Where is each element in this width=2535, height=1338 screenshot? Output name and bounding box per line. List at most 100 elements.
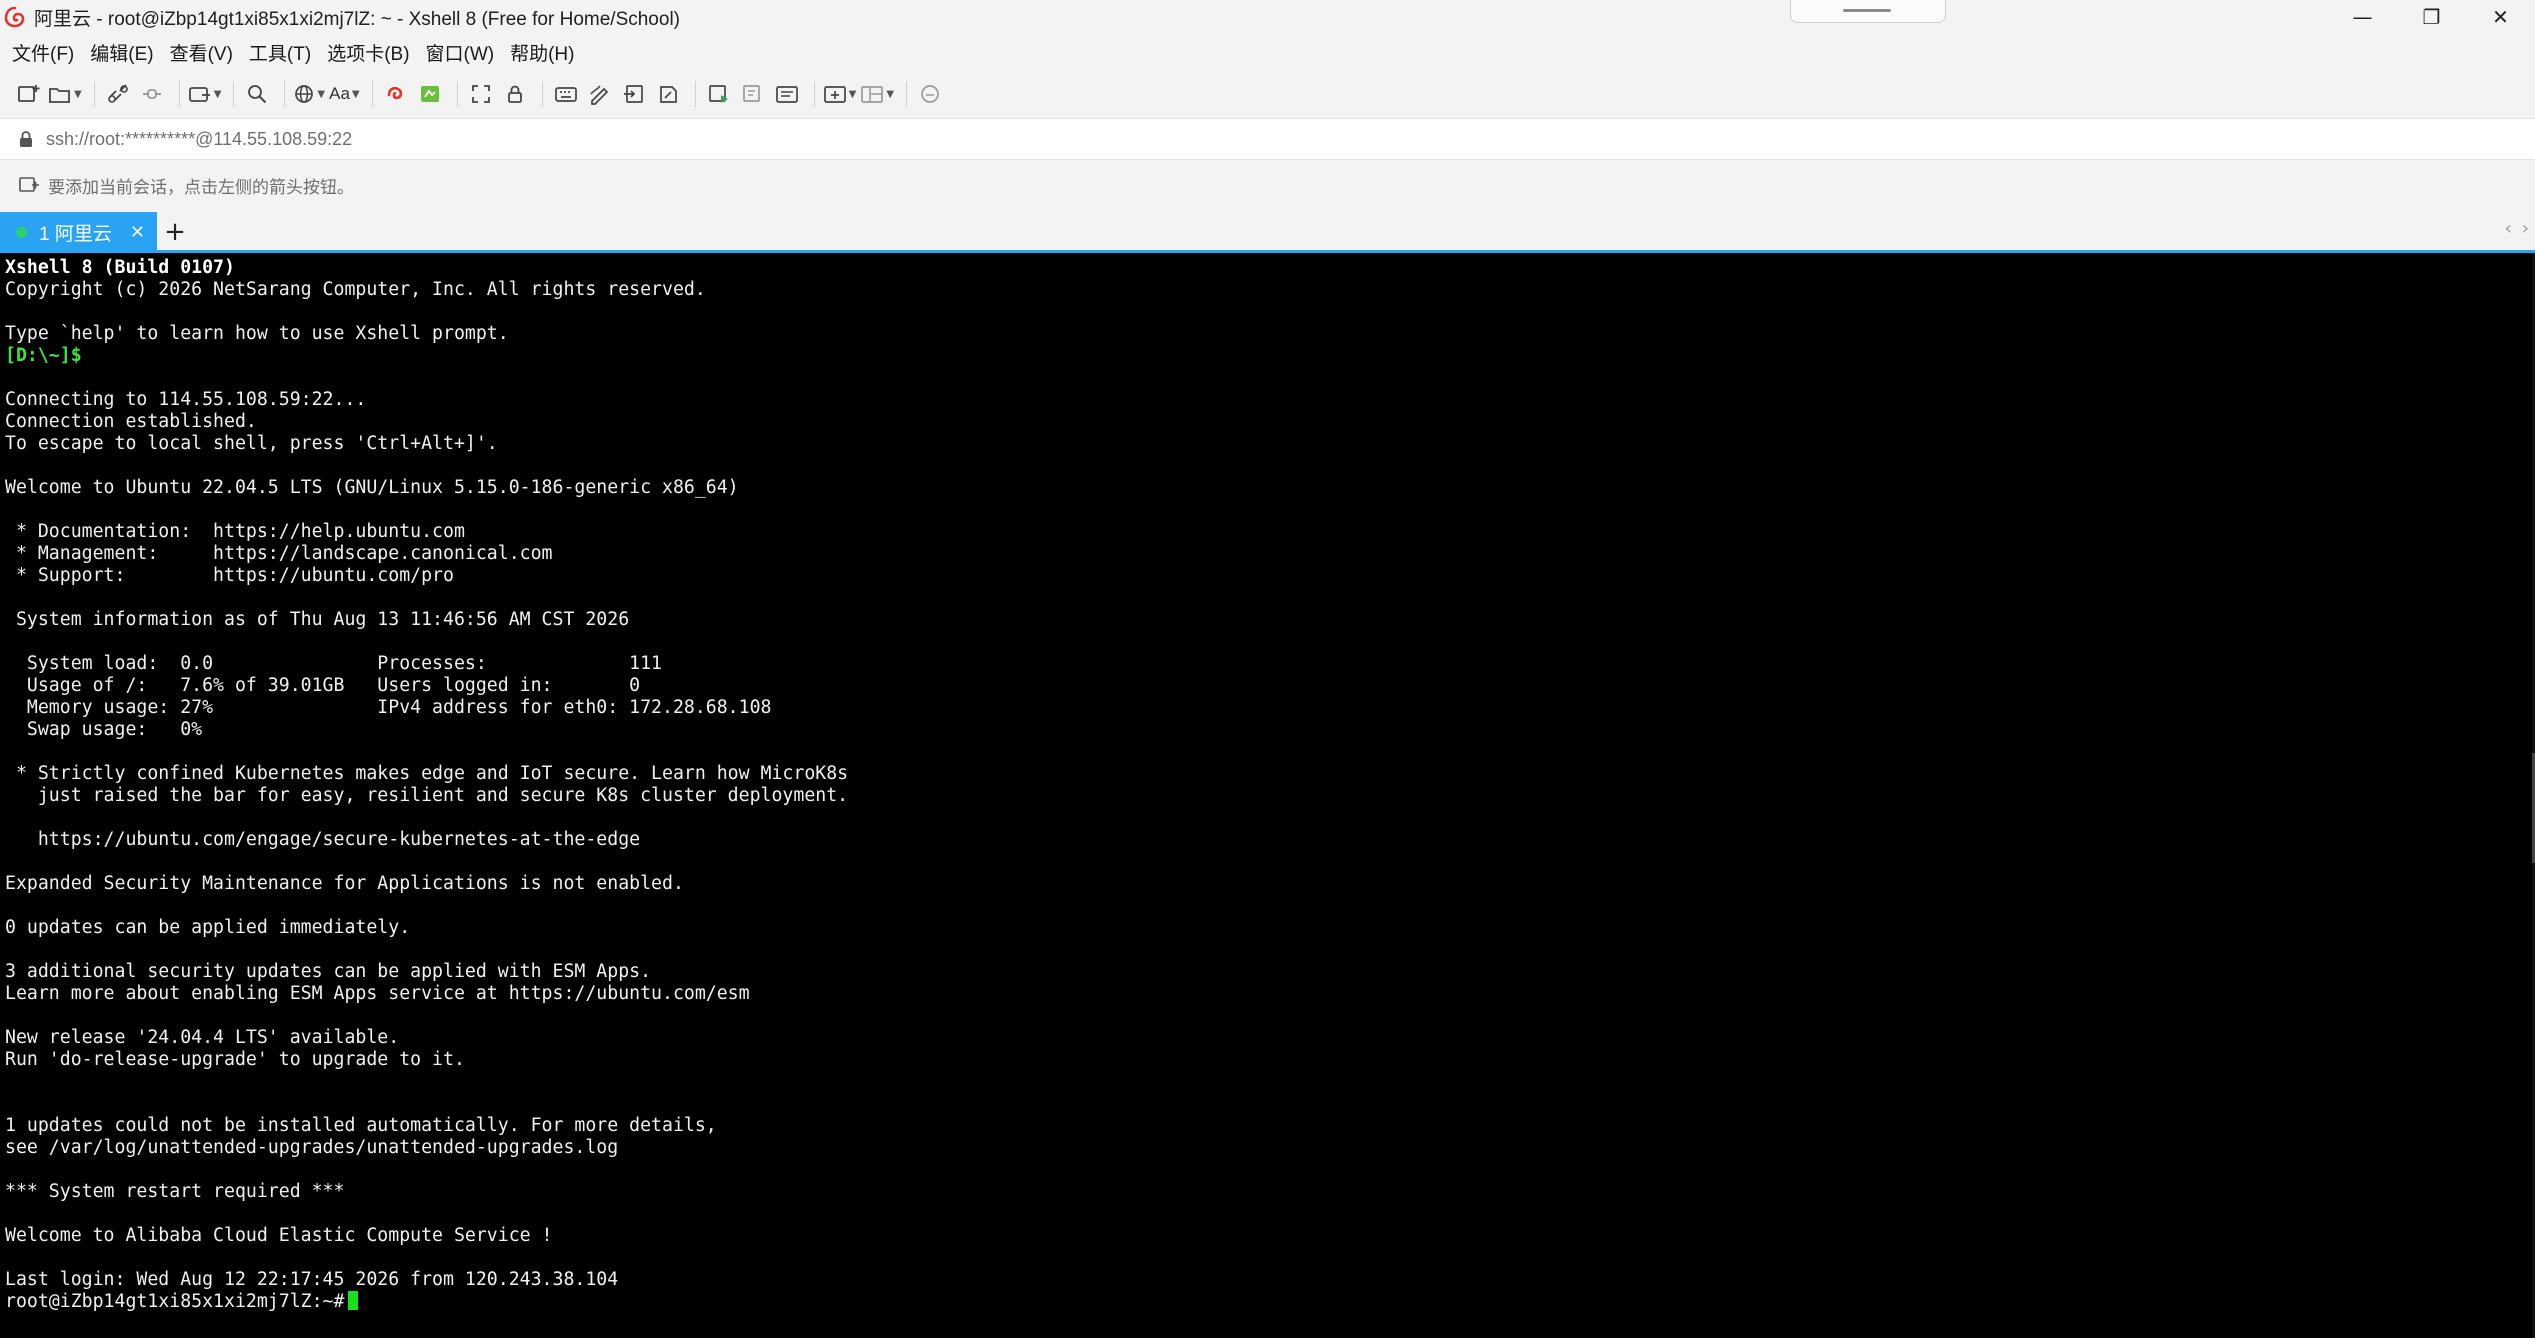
transfer-button[interactable] xyxy=(619,77,649,111)
chevron-down-icon: ▼ xyxy=(213,88,222,100)
terminal-line: https://ubuntu.com/engage/secure-kuberne… xyxy=(5,829,641,850)
layout-icon xyxy=(861,86,884,103)
tab-aliyun[interactable]: 1 阿里云 ✕ xyxy=(0,212,157,252)
menu-help[interactable]: 帮助(H) xyxy=(510,39,574,66)
shell-prompt: root@iZbp14gt1xi85x1xi2mj7lZ:~# xyxy=(5,1291,345,1312)
toolbar-divider xyxy=(371,81,373,107)
log-button[interactable] xyxy=(653,77,683,111)
chevron-down-icon: ▼ xyxy=(74,88,82,100)
new-tab-button[interactable]: ▼ xyxy=(188,77,222,111)
new-tab-icon xyxy=(188,87,210,102)
open-session-button[interactable]: ▼ xyxy=(48,77,82,111)
toolbar-divider xyxy=(813,81,815,107)
terminal-line: * Management: https://landscape.canonica… xyxy=(5,543,553,564)
lock-icon xyxy=(507,85,522,103)
log-icon xyxy=(659,86,677,103)
toolbar-divider xyxy=(178,81,180,107)
lock-button[interactable] xyxy=(500,77,530,111)
terminal-cursor xyxy=(348,1291,359,1310)
terminal-line: Swap usage: 0% xyxy=(5,719,203,740)
add-session-icon[interactable] xyxy=(18,175,40,195)
menu-view[interactable]: 查看(V) xyxy=(170,39,233,66)
new-session-button[interactable] xyxy=(14,77,44,111)
terminal-line: * Strictly confined Kubernetes makes edg… xyxy=(5,763,849,784)
list-button[interactable] xyxy=(772,77,802,111)
toolbar-divider xyxy=(906,81,908,107)
terminal-line: System information as of Thu Aug 13 11:4… xyxy=(5,609,630,630)
terminal-line: Type `help' to learn how to use Xshell p… xyxy=(5,323,509,344)
chevron-down-icon: ▼ xyxy=(848,88,857,100)
terminal-line: Run 'do-release-upgrade' to upgrade to i… xyxy=(5,1049,465,1070)
keyboard-button[interactable] xyxy=(551,77,581,111)
script-button[interactable] xyxy=(585,77,615,111)
list-icon xyxy=(775,86,798,103)
maximize-button[interactable]: ❐ xyxy=(2397,0,2466,34)
terminal-line: Xshell 8 (Build 0107) xyxy=(5,257,235,278)
close-icon: ✕ xyxy=(2492,5,2509,29)
session-address-input[interactable]: ssh://root:**********@114.55.108.59:22 xyxy=(46,129,352,150)
toolbar-divider xyxy=(284,81,286,107)
toolbar-divider xyxy=(694,81,696,107)
globe-icon xyxy=(295,85,314,103)
chevron-left-icon[interactable]: ‹ xyxy=(2505,218,2512,239)
search-icon xyxy=(248,85,267,104)
chevron-down-icon: ▼ xyxy=(886,88,895,100)
chevron-down-icon: ▼ xyxy=(317,88,326,100)
terminal-line: Connection established. xyxy=(5,411,257,432)
reconnect-icon xyxy=(107,84,128,103)
tab-strip: 1 阿里云 ✕ + ‹ › xyxy=(0,210,2535,252)
terminal-line: * Documentation: https://help.ubuntu.com xyxy=(5,521,465,542)
toolbar-divider xyxy=(233,81,235,107)
terminal-line: see /var/log/unattended-upgrades/unatten… xyxy=(5,1137,619,1158)
menu-tools[interactable]: 工具(T) xyxy=(249,39,311,66)
chevron-right-icon[interactable]: › xyxy=(2522,218,2529,239)
transfer-icon xyxy=(623,85,643,103)
xftp-button[interactable] xyxy=(381,77,411,111)
terminal-line: Memory usage: 27% IPv4 address for eth0:… xyxy=(5,697,772,718)
add-pane-button[interactable]: ▼ xyxy=(823,77,857,111)
encoding-button[interactable]: ▼ xyxy=(293,77,325,111)
disconnect-icon xyxy=(142,89,161,99)
close-icon[interactable]: ✕ xyxy=(130,222,145,243)
add-tab-button[interactable]: + xyxy=(157,212,193,252)
terminal-view[interactable]: Xshell 8 (Build 0107) Copyright (c) 2026 … xyxy=(0,253,2535,1338)
minimize-button[interactable]: — xyxy=(2328,0,2397,34)
menu-bar: 文件(F) 编辑(E) 查看(V) 工具(T) 选项卡(B) 窗口(W) 帮助(… xyxy=(0,34,2535,70)
font-button[interactable]: Aa ▼ xyxy=(329,77,360,111)
title-drag-handle[interactable] xyxy=(1790,0,1946,23)
menu-tab[interactable]: 选项卡(B) xyxy=(327,39,409,66)
connected-status-icon xyxy=(16,226,27,238)
title-bar: 阿里云 - root@iZbp14gt1xi85x1xi2mj7lZ: ~ - … xyxy=(0,0,2535,34)
layout-button[interactable]: ▼ xyxy=(860,77,894,111)
compose-button[interactable] xyxy=(738,77,768,111)
reconnect-button[interactable] xyxy=(103,77,133,111)
terminal-line: [D:\~]$ xyxy=(5,345,82,366)
menu-file[interactable]: 文件(F) xyxy=(12,39,74,66)
fullscreen-button[interactable] xyxy=(466,77,496,111)
menu-window[interactable]: 窗口(W) xyxy=(426,39,495,66)
close-button[interactable]: ✕ xyxy=(2466,0,2535,34)
menu-edit[interactable]: 编辑(E) xyxy=(90,39,153,66)
terminal-line: Copyright (c) 2026 NetSarang Computer, I… xyxy=(5,279,706,300)
xmanager-button[interactable] xyxy=(415,77,445,111)
terminal-line: 3 additional security updates can be app… xyxy=(5,961,652,982)
compose-icon xyxy=(742,85,760,102)
terminal-prompt-line: root@iZbp14gt1xi85x1xi2mj7lZ:~# xyxy=(5,1291,848,1313)
chat-button[interactable] xyxy=(915,77,945,111)
disconnect-button[interactable] xyxy=(137,77,167,111)
find-button[interactable] xyxy=(242,77,272,111)
lock-icon xyxy=(20,131,32,147)
fullscreen-icon xyxy=(471,85,490,103)
run-script-button[interactable] xyxy=(704,77,734,111)
